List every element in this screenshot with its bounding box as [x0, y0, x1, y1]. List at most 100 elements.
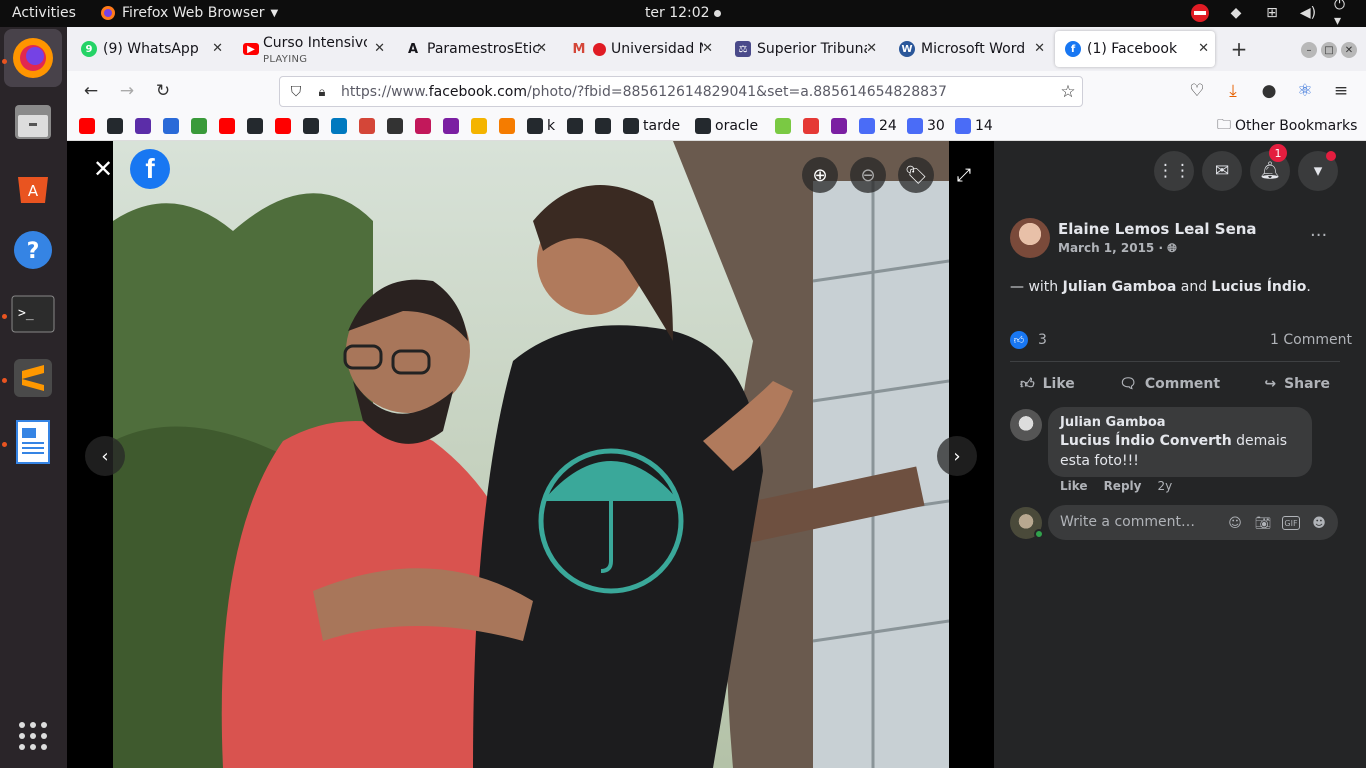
bookmark-item[interactable]: 30 [907, 117, 945, 135]
facebook-logo-icon[interactable]: f [130, 149, 170, 189]
previous-photo-button[interactable]: ‹ [85, 436, 125, 476]
menu-icon[interactable]: ≡ [1331, 81, 1351, 101]
power-icon[interactable]: ⏻ ▾ [1334, 0, 1354, 29]
commenter-avatar[interactable] [1010, 409, 1042, 441]
zoom-out-icon[interactable]: ⊖ [850, 157, 886, 193]
shield-icon[interactable]: ⛉ [286, 82, 306, 102]
bookmark-item[interactable] [567, 117, 583, 135]
bookmark-item[interactable] [499, 117, 515, 135]
comment-button[interactable]: 🗨︎ Comment [1119, 376, 1220, 392]
bookmark-item[interactable]: 24 [859, 117, 897, 135]
like-button[interactable]: 👍︎ Like [1020, 375, 1075, 393]
dock-writer[interactable] [4, 413, 62, 471]
app-menu[interactable]: Firefox Web Browser ▼ [100, 5, 278, 21]
bookmark-item[interactable] [443, 117, 459, 135]
tab-microsoft-word[interactable]: W Microsoft Word ✕ [889, 31, 1051, 67]
dock-terminal[interactable]: >_ [4, 285, 62, 343]
dock-sublime[interactable] [4, 349, 62, 407]
close-icon[interactable]: ✕ [866, 41, 877, 56]
tab-curso-intensivo[interactable]: ▶ Curso Intensivo PLAYING ✕ [233, 31, 391, 67]
like-reaction-icon[interactable]: 👍︎ [1010, 331, 1028, 349]
volume-icon[interactable]: ◀) [1298, 3, 1318, 23]
comment-age[interactable]: 2y [1157, 479, 1172, 493]
share-button[interactable]: ↪ Share [1264, 376, 1330, 392]
bookmark-item[interactable] [359, 117, 375, 135]
photo[interactable] [113, 141, 949, 768]
tab-whatsapp[interactable]: 9 (9) WhatsApp ✕ [71, 31, 229, 67]
close-icon[interactable]: ✕ [212, 41, 223, 56]
post-author[interactable]: Elaine Lemos Leal Sena [1058, 220, 1257, 238]
tab-facebook[interactable]: f (1) Facebook ✕ [1055, 31, 1215, 67]
bookmark-item[interactable] [191, 117, 207, 135]
new-tab-button[interactable]: + [1229, 37, 1249, 61]
show-applications-button[interactable] [4, 707, 62, 765]
camera-icon[interactable]: 📷︎ [1254, 514, 1272, 532]
dropbox-icon[interactable]: ◆ [1226, 3, 1246, 23]
post-date[interactable]: March 1, 2015 · 🌐︎ [1058, 241, 1177, 256]
bookmark-item[interactable]: oracle [695, 117, 758, 135]
bookmark-item[interactable] [135, 117, 151, 135]
bookmark-item[interactable] [247, 117, 263, 135]
close-icon[interactable]: ✕ [85, 151, 121, 187]
forward-arrow-icon[interactable]: → [117, 81, 137, 101]
author-avatar[interactable] [1010, 218, 1050, 258]
bookmark-item[interactable] [415, 117, 431, 135]
tab-paramestros[interactable]: A ParamestrosEtic ✕ [395, 31, 553, 67]
extension-icon[interactable]: ● [1259, 81, 1279, 101]
zoom-in-icon[interactable]: ⊕ [802, 157, 838, 193]
reaction-count[interactable]: 3 [1038, 332, 1047, 348]
bookmark-item[interactable] [79, 117, 95, 135]
bookmark-item[interactable] [331, 117, 347, 135]
comment-reply-button[interactable]: Reply [1104, 479, 1142, 493]
bookmark-item[interactable] [275, 117, 291, 135]
url-text[interactable]: https://www.facebook.com/photo/?fbid=885… [341, 84, 947, 100]
tag-julian[interactable]: Julian Gamboa [1063, 279, 1177, 295]
bookmark-item[interactable]: 14 [955, 117, 993, 135]
post-options-icon[interactable]: ··· [1310, 225, 1327, 246]
clock[interactable]: ter 12:02 [645, 5, 722, 21]
bookmark-item[interactable] [163, 117, 179, 135]
url-bar[interactable]: ⛉ 🔒︎ https://www.facebook.com/photo/?fbi… [279, 76, 1083, 107]
dock-firefox[interactable] [4, 29, 62, 87]
close-icon[interactable]: ✕ [1034, 41, 1045, 56]
bookmark-item[interactable] [775, 117, 791, 135]
dock-help[interactable]: ? [4, 221, 62, 279]
bookmark-item[interactable] [803, 117, 819, 135]
back-arrow-icon[interactable]: ← [81, 81, 101, 101]
comment-input[interactable]: Write a comment… ☺ 📷︎ GIF ☻ [1048, 505, 1338, 540]
minimize-button[interactable]: – [1301, 42, 1317, 58]
bookmark-item[interactable] [831, 117, 847, 135]
star-icon[interactable]: ☆ [1058, 82, 1078, 102]
bookmark-item[interactable]: tarde [623, 117, 680, 135]
bookmark-item[interactable] [595, 117, 611, 135]
sticker-icon[interactable]: ☻ [1310, 514, 1328, 532]
maximize-button[interactable]: □ [1321, 42, 1337, 58]
close-window-button[interactable]: ✕ [1341, 42, 1357, 58]
tab-universidad[interactable]: M Universidad N ✕ [561, 31, 719, 67]
react-devtools-icon[interactable]: ⚛ [1295, 81, 1315, 101]
tab-superior-tribunal[interactable]: ⚖ Superior Tribuna ✕ [725, 31, 883, 67]
bookmark-item[interactable] [387, 117, 403, 135]
emoji-icon[interactable]: ☺ [1226, 514, 1244, 532]
close-icon[interactable]: ✕ [536, 41, 547, 56]
comment-author[interactable]: Julian Gamboa [1060, 415, 1300, 431]
next-photo-button[interactable]: › [937, 436, 977, 476]
close-icon[interactable]: ✕ [702, 41, 713, 56]
gif-icon[interactable]: GIF [1282, 516, 1300, 530]
network-icon[interactable]: ⊞ [1262, 3, 1282, 23]
comment-mention[interactable]: Lucius Índio Converth [1060, 433, 1232, 449]
dock-software[interactable]: A [4, 157, 62, 215]
bookmark-item[interactable] [219, 117, 235, 135]
comment-count[interactable]: 1 Comment [1270, 332, 1352, 348]
close-icon[interactable]: ✕ [374, 41, 385, 56]
lock-icon[interactable]: 🔒︎ [312, 82, 332, 102]
fullscreen-icon[interactable]: ⤢ [946, 157, 982, 193]
bookmark-item[interactable] [471, 117, 487, 135]
download-icon[interactable]: ⤓ [1223, 81, 1243, 101]
other-bookmarks[interactable]: 🗀︎ Other Bookmarks [1217, 117, 1357, 135]
tag-icon[interactable]: 🏷︎ [898, 157, 934, 193]
comment-like-button[interactable]: Like [1060, 479, 1088, 493]
bookmark-item[interactable]: k [527, 117, 555, 135]
no-entry-icon[interactable] [1190, 3, 1210, 23]
activities-button[interactable]: Activities [12, 5, 76, 21]
